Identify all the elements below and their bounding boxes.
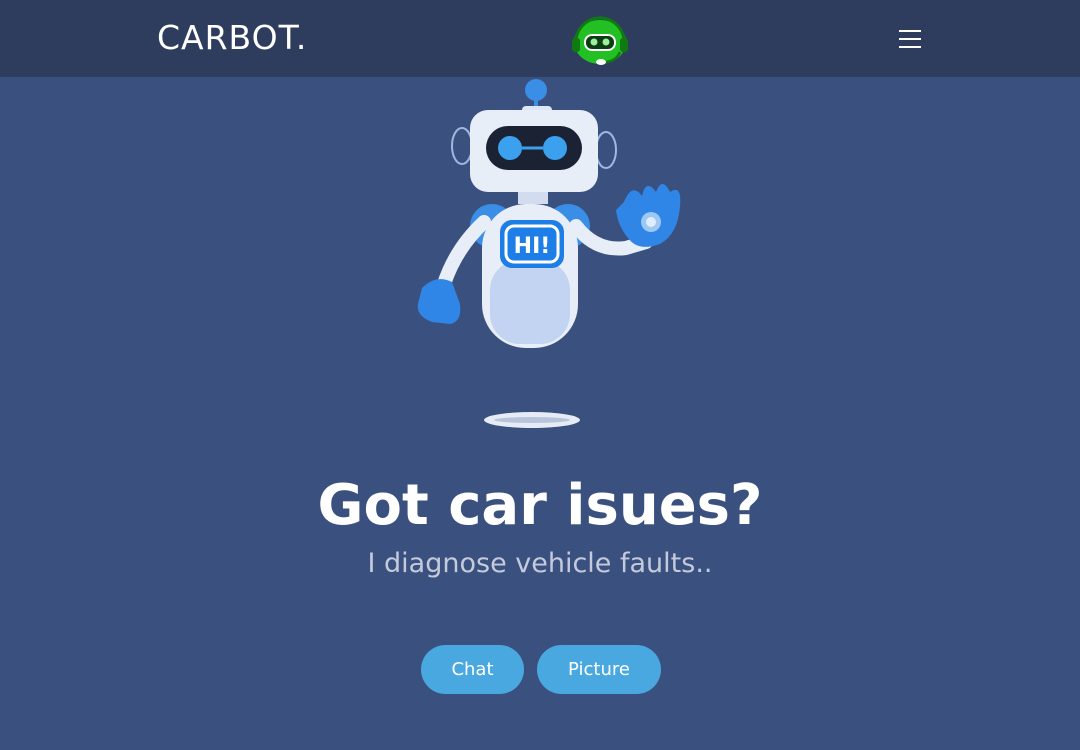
waving-robot-illustration: HI! <box>417 79 681 428</box>
hero-subtitle: I diagnose vehicle faults.. <box>367 548 713 579</box>
chat-button[interactable]: Chat <box>421 645 524 694</box>
menu-toggle-button[interactable] <box>893 24 927 54</box>
hero-title: Got car isues? <box>317 473 763 538</box>
hi-badge-label: HI! <box>514 234 551 259</box>
navbar: CARBOT. <box>0 0 1080 77</box>
picture-button[interactable]: Picture <box>537 645 661 694</box>
hamburger-menu-icon <box>899 30 921 32</box>
brand-logo-link[interactable]: CARBOT. <box>157 17 307 59</box>
robot-headset-icon[interactable] <box>568 12 632 66</box>
